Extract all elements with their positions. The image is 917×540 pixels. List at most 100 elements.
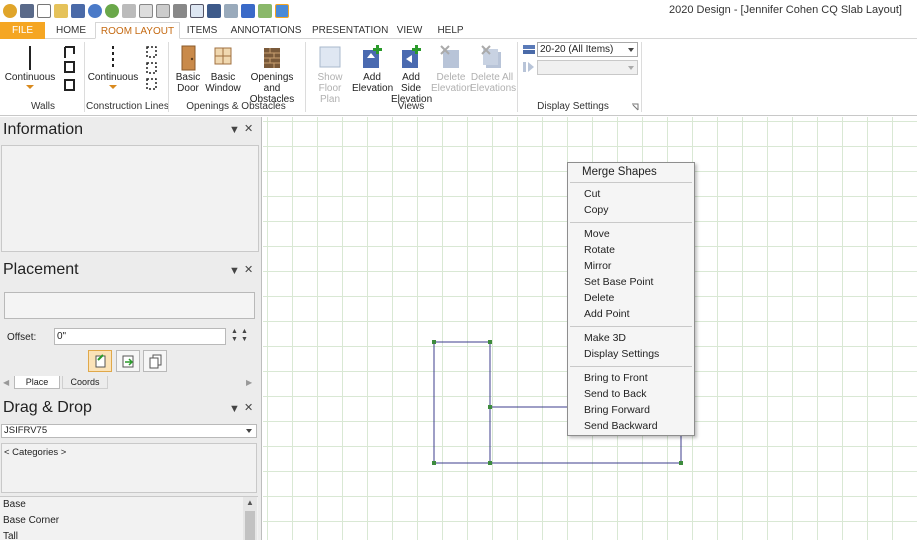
menu-item-copy[interactable]: Copy [584, 204, 609, 216]
fit-icon[interactable] [207, 4, 221, 18]
new-icon[interactable] [37, 4, 51, 18]
spin-down-icon[interactable]: ▼ [231, 336, 238, 344]
construction-style-button[interactable] [143, 44, 161, 97]
copy-icon[interactable] [139, 4, 153, 18]
catalog-select[interactable]: JSIFRV75 [1, 424, 257, 438]
render-icon[interactable] [275, 4, 289, 18]
offset-input[interactable]: 0" [54, 328, 226, 345]
panel-menu-icon[interactable]: ▼ [229, 403, 240, 415]
basic-door-button[interactable]: Basic Door [172, 44, 204, 94]
open-icon[interactable] [54, 4, 68, 18]
image-icon[interactable] [224, 4, 238, 18]
menu-item-send-backward[interactable]: Send Backward [584, 420, 658, 432]
list-item[interactable]: Base [3, 499, 26, 510]
menu-separator [570, 222, 692, 223]
floorplan-icon[interactable] [258, 4, 272, 18]
add-side-elevation-button[interactable]: Add Side Elevation [391, 44, 432, 105]
tab-presentation[interactable]: PRESENTATION [312, 22, 388, 39]
tab-room-layout[interactable]: ROOM LAYOUT [95, 22, 180, 39]
openings-label-1: Openings [250, 72, 294, 83]
menu-item-move[interactable]: Move [584, 228, 610, 240]
tab-file[interactable]: FILE [0, 22, 45, 39]
menu-item-send-to-back[interactable]: Send to Back [584, 388, 646, 400]
delete-elevation-icon [440, 45, 459, 68]
cut-icon[interactable] [122, 4, 136, 18]
paste-icon[interactable] [156, 4, 170, 18]
secondary-combo[interactable] [537, 60, 638, 75]
tab-home[interactable]: HOME [48, 22, 94, 39]
handle[interactable] [679, 461, 683, 465]
continuous-wall-button[interactable]: Continuous [4, 44, 56, 89]
menu-item-delete[interactable]: Delete [584, 292, 614, 304]
menu-item-rotate[interactable]: Rotate [584, 244, 615, 256]
tab-coords[interactable]: Coords [62, 376, 108, 389]
menu-item-set-base-point[interactable]: Set Base Point [584, 276, 653, 288]
place-action-button[interactable] [88, 350, 112, 372]
save-icon[interactable] [71, 4, 85, 18]
rectangle-shape[interactable] [433, 341, 491, 464]
dialog-launcher-icon[interactable] [631, 103, 639, 111]
handle[interactable] [488, 405, 492, 409]
handle[interactable] [488, 340, 492, 344]
menu-item-make-3d[interactable]: Make 3D [584, 332, 626, 344]
tab-annotations[interactable]: ANNOTATIONS [228, 22, 304, 39]
menu-item-merge-shapes[interactable]: Merge Shapes [582, 166, 657, 178]
scrollbar[interactable]: ▲ [243, 497, 257, 540]
menu-item-cut[interactable]: Cut [584, 188, 600, 200]
tab-place[interactable]: Place [14, 376, 60, 389]
delete-all-elevations-button[interactable]: Delete All Elevations [470, 44, 516, 94]
redo-icon[interactable] [105, 4, 119, 18]
basic-window-button[interactable]: Basic Window [204, 44, 242, 94]
copy-action-button[interactable] [143, 350, 167, 372]
scroll-left-icon[interactable]: ◀ [3, 378, 9, 387]
cube-icon[interactable] [241, 4, 255, 18]
show-floor-plan-label-1: Show [317, 72, 343, 83]
menu-item-add-point[interactable]: Add Point [584, 308, 630, 320]
spin-down-icon[interactable]: ▼ [241, 336, 248, 344]
show-floor-plan-button[interactable]: Show Floor Plan [308, 44, 352, 105]
move-action-button[interactable] [116, 350, 140, 372]
app-icon[interactable] [3, 4, 17, 18]
list-item[interactable]: Base Corner [3, 515, 59, 526]
offset-spinner[interactable]: ▲ ▼ ▲ ▼ [228, 328, 250, 345]
continuous-construction-button[interactable]: Continuous [87, 44, 139, 89]
tab-help[interactable]: HELP [434, 22, 467, 39]
spin-up-icon[interactable]: ▲ [231, 328, 238, 336]
menu-item-bring-forward[interactable]: Bring Forward [584, 404, 650, 416]
scroll-right-icon[interactable]: ▶ [246, 378, 252, 387]
wall-style-button[interactable] [61, 44, 79, 97]
lock-icon[interactable] [20, 4, 34, 18]
handle[interactable] [488, 461, 492, 465]
list-item[interactable]: Tall [3, 531, 18, 540]
categories-label[interactable]: < Categories > [4, 447, 66, 458]
handle[interactable] [432, 340, 436, 344]
openings-obstacles-button[interactable]: Openings and Obstacles [242, 44, 302, 105]
delete-elevation-button[interactable]: Delete Elevation [431, 44, 472, 94]
scroll-up-icon[interactable]: ▲ [246, 498, 254, 507]
close-icon[interactable]: ✕ [244, 263, 253, 276]
placement-title: Placement [3, 261, 79, 278]
chevron-down-icon [628, 48, 634, 52]
spin-up-icon[interactable]: ▲ [241, 328, 248, 336]
close-icon[interactable]: ✕ [244, 122, 253, 135]
title-bar: 2020 Design - [Jennifer Cohen CQ Slab La… [0, 0, 917, 22]
window-icon [214, 47, 232, 65]
close-icon[interactable]: ✕ [244, 401, 253, 414]
table-icon[interactable] [190, 4, 204, 18]
delete-all-elevations-icon [481, 45, 501, 68]
scrollbar-thumb[interactable] [245, 511, 255, 540]
panel-menu-icon[interactable]: ▼ [229, 265, 240, 277]
ribbon: Continuous Walls Continuous Construction… [0, 39, 917, 116]
handle[interactable] [432, 461, 436, 465]
menu-separator [570, 326, 692, 327]
add-elevation-button[interactable]: Add Elevation [352, 44, 393, 94]
menu-item-mirror[interactable]: Mirror [584, 260, 611, 272]
display-settings-combo[interactable]: 20-20 (All Items) [537, 42, 638, 57]
undo-icon[interactable] [88, 4, 102, 18]
delete-icon[interactable] [173, 4, 187, 18]
menu-item-display-settings[interactable]: Display Settings [584, 348, 659, 360]
menu-item-bring-to-front[interactable]: Bring to Front [584, 372, 648, 384]
tab-view[interactable]: VIEW [392, 22, 427, 39]
panel-menu-icon[interactable]: ▼ [229, 124, 240, 136]
tab-items[interactable]: ITEMS [182, 22, 222, 39]
